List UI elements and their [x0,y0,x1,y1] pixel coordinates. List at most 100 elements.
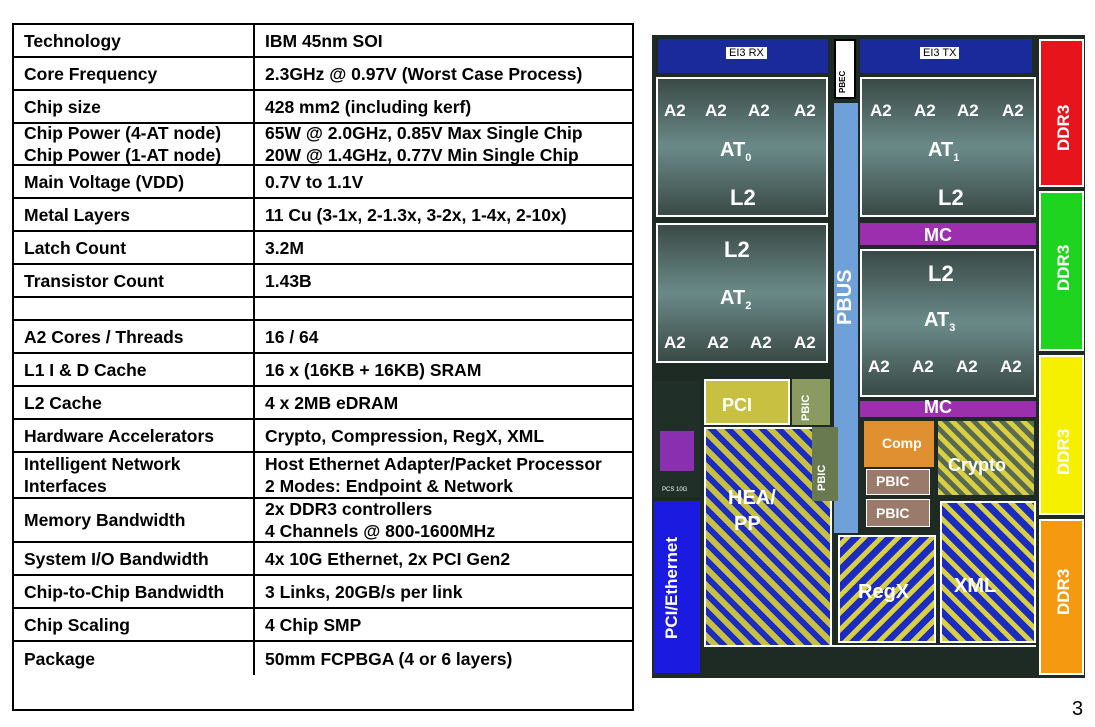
a2-core: A2 [870,101,892,120]
spec-label: Main Voltage (VDD) [14,166,255,197]
xml-label: XML [954,575,997,597]
a2-core: A2 [794,101,816,120]
at3-label: AT3 [924,309,956,334]
ei3-rx-label: EI3 RX [726,47,767,59]
ddr3-label: DDR3 [1054,568,1073,615]
l2-label: L2 [724,237,750,262]
pbic-label: PBIC [876,505,910,521]
pcs-purple-block [660,431,694,471]
spec-label-line: Metal Layers [24,204,131,225]
spec-value: 50mm FCPBGA (4 or 6 layers) [255,642,632,675]
spec-value-line: 4x 10G Ethernet, 2x PCI Gen2 [265,548,511,569]
spec-value-line: 50mm FCPBGA (4 or 6 layers) [265,648,513,669]
spec-value: 1.43B [255,265,632,296]
chip-die-photo: EI3 RX EI3 TX PBEC A2 A2 A2 A2 AT0 L2 A2… [652,35,1085,678]
spec-row: Chip Power (4-AT node) Chip Power (1-AT n… [14,124,632,166]
spec-label-line: A2 Cores / Threads [24,326,184,347]
mc-label: MC [924,225,952,245]
spec-row: Metal Layers 11 Cu (3-1x, 2-1.3x, 3-2x, 1… [14,199,632,232]
spec-label: Core Frequency [14,58,255,89]
spec-value-line: 11 Cu (3-1x, 2-1.3x, 3-2x, 1-4x, 2-10x) [265,204,567,225]
spec-table: Technology IBM 45nm SOI Core Frequency 2.3G… [12,23,634,711]
spec-value-line: 4 Channels @ 800-1600MHz [265,521,496,541]
spec-value: 16 x (16KB + 16KB) SRAM [255,354,632,385]
spec-value: 4 Chip SMP [255,609,632,640]
spec-row: Core Frequency 2.3GHz @ 0.97V (Worst Case… [14,58,632,91]
spec-value: 2x DDR3 controllers 4 Channels @ 800-1600… [255,499,632,541]
spec-label: System I/O Bandwidth [14,543,255,574]
spec-row: Main Voltage (VDD) 0.7V to 1.1V [14,166,632,199]
a2-core: A2 [912,357,934,376]
hea-label: HEA/ [728,487,776,509]
spec-label: Memory Bandwidth [14,499,255,541]
spec-row: Technology IBM 45nm SOI [14,25,632,58]
pbec-label: PBEC [838,70,847,93]
pcs-label: PCS 10G [662,487,688,493]
bottom-io-strip [704,645,1036,675]
spec-row: Chip size 428 mm2 (including kerf) [14,91,632,124]
spec-value-line: 20W @ 1.4GHz, 0.77V Min Single Chip [265,145,579,164]
spec-row: Package 50mm FCPBGA (4 or 6 layers) [14,642,632,675]
spec-label-line: Interfaces [24,476,107,496]
spec-row [14,298,632,321]
spec-label: Metal Layers [14,199,255,230]
spec-label-line: Chip Scaling [24,614,130,635]
pbus-label: PBUS [834,269,856,325]
spec-label: A2 Cores / Threads [14,321,255,352]
spec-value: Crypto, Compression, RegX, XML [255,420,632,451]
spec-label-line: Transistor Count [24,270,165,291]
spec-label: Chip Power (4-AT node) Chip Power (1-AT n… [14,124,255,164]
spec-label: Transistor Count [14,265,255,296]
regx-label: RegX [858,581,910,603]
l2-label: L2 [938,185,964,210]
spec-value: 4 x 2MB eDRAM [255,387,632,418]
l2-label: L2 [928,261,954,286]
spec-label [14,298,255,319]
spec-label: Technology [14,25,255,56]
spec-label: Latch Count [14,232,255,263]
spec-label-line: Main Voltage (VDD) [24,171,185,192]
spec-value-line: 2x DDR3 controllers [265,499,433,519]
at0-label: AT0 [720,139,752,164]
spec-value-line: 16 / 64 [265,326,319,347]
spec-label-line: Package [24,648,96,669]
spec-value: 65W @ 2.0GHz, 0.85V Max Single Chip 20W @… [255,124,632,164]
spec-value-line: Host Ethernet Adapter/Packet Processor [265,454,602,474]
pci-label: PCI [722,395,753,415]
spec-row: Memory Bandwidth 2x DDR3 controllers 4 Cha… [14,499,632,543]
spec-value-line: 2.3GHz @ 0.97V (Worst Case Process) [265,63,583,84]
spec-label-line: Chip size [24,96,101,117]
ddr3-label: DDR3 [1054,104,1073,151]
spec-value: 0.7V to 1.1V [255,166,632,197]
a2-core: A2 [868,357,890,376]
page-number: 3 [1072,698,1084,720]
a2-core: A2 [664,101,686,120]
spec-label: Package [14,642,255,675]
spec-value: 428 mm2 (including kerf) [255,91,632,122]
a2-core: A2 [1002,101,1024,120]
spec-row: Chip-to-Chip Bandwidth 3 Links, 20GB/s pe… [14,576,632,609]
spec-value-line: 4 Chip SMP [265,614,362,635]
spec-row: Transistor Count 1.43B [14,265,632,298]
spec-label: Intelligent Network Interfaces [14,453,255,497]
a2-core: A2 [750,333,772,352]
pbic-label: PBIC [800,394,812,421]
pbic-label: PBIC [816,464,828,491]
spec-value-line: IBM 45nm SOI [265,30,383,51]
a2-core: A2 [1000,357,1022,376]
pp-label: PP [734,513,761,535]
mc-label: MC [924,397,952,417]
spec-value: 3.2M [255,232,632,263]
pci-ethernet-label: PCI/Ethernet [662,536,681,639]
spec-label: Hardware Accelerators [14,420,255,451]
spec-label-line: System I/O Bandwidth [24,548,209,569]
spec-row: Intelligent Network Interfaces Host Ethern… [14,453,632,499]
at2-label: AT2 [720,287,752,312]
spec-label-line: Latch Count [24,237,127,258]
spec-label-line: L2 Cache [24,392,102,413]
spec-row: Hardware Accelerators Crypto, Compression… [14,420,632,453]
spec-value-line: 16 x (16KB + 16KB) SRAM [265,359,482,380]
spec-value-line: 3.2M [265,237,304,258]
spec-label: L1 I & D Cache [14,354,255,385]
spec-label-line: Chip Power (4-AT node) [24,124,222,143]
